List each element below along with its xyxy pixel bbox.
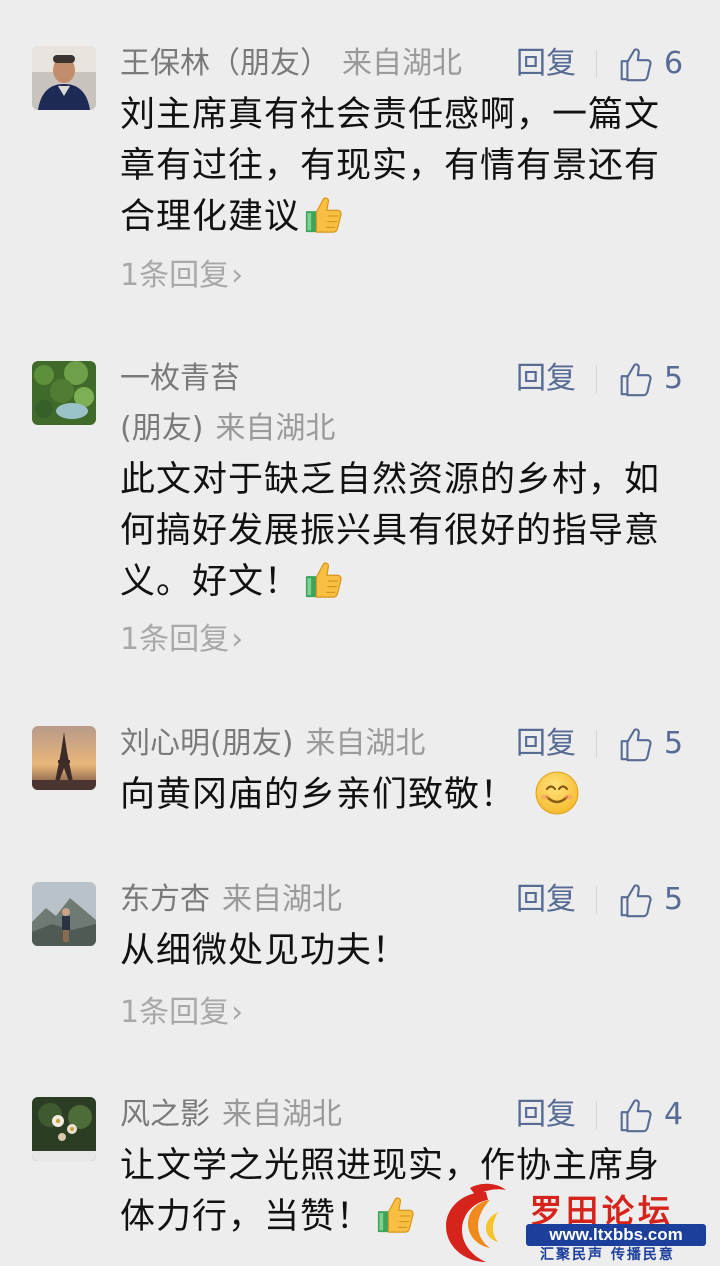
commenter-name[interactable]: 一枚青苔 [120,361,240,396]
chevron-right-icon: › [231,258,244,293]
thumbs-up-icon [616,360,654,398]
reply-button[interactable]: 回复 [516,882,576,918]
watermark-slogan: 汇聚民声 传播民意 [540,1247,675,1263]
commenter-name-line: 一枚青苔 [120,361,240,397]
reply-button[interactable]: 回复 [516,1097,576,1133]
commenter-name[interactable]: 刘心明(朋友) [120,726,293,761]
avatar[interactable] [32,882,96,946]
view-replies-link[interactable]: 1条回复› [120,622,243,658]
thumbs-up-emoji-icon [376,1194,418,1236]
divider [596,730,597,758]
thumbs-up-icon [616,725,654,763]
view-replies-link[interactable]: 1条回复› [120,258,243,294]
view-replies-link[interactable]: 1条回复› [120,995,243,1031]
comment-text: 从细微处见功夫！ [120,931,409,971]
commenter-name-line: 刘心明(朋友) 来自湖北 [120,726,425,762]
thumbs-up-icon [616,45,654,83]
like-count: 5 [664,361,684,396]
avatar[interactable] [32,1097,96,1161]
comment-text: 刘主席真有社会责任感啊，一篇文章有过往，有现实，有情有景还有合理化建议 [120,95,661,237]
location-label: 来自湖北 [305,726,426,761]
site-watermark: 罗田论坛 www.ltxbbs.com 汇聚民声 传播民意 [436,1182,720,1266]
like-button[interactable]: 4 [616,1095,683,1135]
thumbs-up-icon [616,1096,654,1134]
thumbs-up-icon [616,881,654,919]
forum-logo-icon [446,1183,506,1262]
like-count: 6 [664,46,684,81]
smile-emoji-icon [535,771,579,815]
divider [596,365,597,393]
like-count: 5 [664,726,684,761]
avatar[interactable] [32,726,96,790]
thumbs-up-emoji-icon [304,194,346,236]
avatar[interactable] [32,361,96,425]
location-label: 来自湖北 [342,46,462,81]
divider [596,886,597,914]
divider [596,1101,597,1129]
location-label: 来自湖北 [222,1097,342,1132]
like-button[interactable]: 5 [616,880,683,920]
commenter-name[interactable]: 王保林（朋友） [120,46,330,81]
commenter-name-line: 风之影 来自湖北 [120,1097,342,1133]
commenter-name-line: 王保林（朋友） 来自湖北 [120,46,462,82]
reply-button[interactable]: 回复 [516,46,576,82]
like-button[interactable]: 5 [616,724,683,764]
like-count: 4 [664,1097,684,1132]
comment-text: 向黄冈庙的乡亲们致敬！ [120,770,690,821]
location-label: 来自湖北 [222,882,342,917]
like-button[interactable]: 6 [616,44,683,84]
reply-button[interactable]: 回复 [516,726,576,762]
location-label: 来自湖北 [215,411,336,446]
commenter-name-line: 东方杏 来自湖北 [120,882,342,918]
watermark-url: www.ltxbbs.com [526,1224,706,1246]
commenter-name-line-2: (朋友) 来自湖北 [120,411,335,447]
divider [596,50,597,78]
chevron-right-icon: › [231,622,244,657]
like-button[interactable]: 5 [616,359,683,399]
commenter-relation: (朋友) [120,411,204,446]
commenter-name[interactable]: 风之影 [120,1097,210,1132]
reply-button[interactable]: 回复 [516,361,576,397]
commenter-name[interactable]: 东方杏 [120,882,210,917]
chevron-right-icon: › [231,995,244,1030]
like-count: 5 [664,882,684,917]
comment-text: 此文对于缺乏自然资源的乡村，如何搞好发展振兴具有很好的指导意义。好文！ [120,460,661,602]
avatar[interactable] [32,46,96,110]
thumbs-up-emoji-icon [304,559,346,601]
